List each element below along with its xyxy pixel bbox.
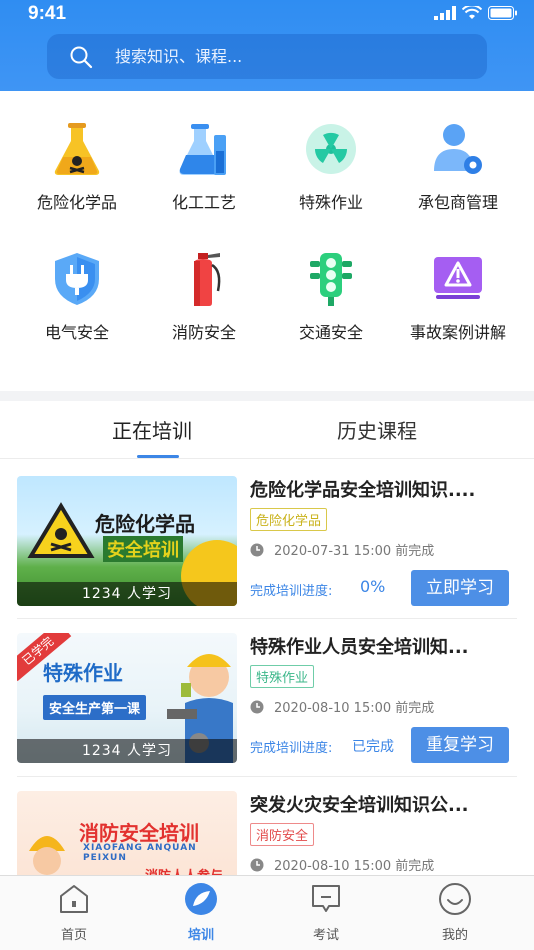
category-label: 事故案例讲解 — [409, 323, 506, 342]
thumb-subtitle: 安全培训 — [103, 536, 183, 562]
learner-count: 1234 人学习 — [17, 582, 237, 606]
thumb-subtitle: 安全生产第一课 — [43, 695, 147, 720]
category-chemical-process[interactable]: 化工工艺 — [139, 121, 269, 241]
category-label: 危险化学品 — [36, 193, 117, 212]
progress-label: 完成培训进度: — [250, 741, 333, 756]
nav-item-profile[interactable]: 我的 — [415, 882, 495, 943]
tab-history-courses[interactable]: 历史课程 — [337, 415, 417, 444]
deadline-text: 2020-07-31 15:00 前完成 — [274, 544, 435, 559]
bottom-nav: 首页 培训 考试 我的 — [0, 875, 534, 950]
category-label: 承包商管理 — [417, 193, 498, 212]
category-label: 特殊作业 — [298, 193, 363, 212]
category-accident-cases[interactable]: 事故案例讲解 — [393, 251, 523, 371]
nav-label: 培训 — [187, 928, 214, 943]
thumb-pinyin: XIAOFANG ANQUAN PEIXUN — [83, 843, 197, 863]
status-bar: 9:41 — [0, 0, 534, 28]
hazard-flask-icon — [54, 123, 100, 175]
search-icon — [70, 46, 93, 68]
plug-shield-icon — [55, 253, 99, 305]
progress-value: 已完成 — [352, 739, 394, 755]
course-panel: 正在培训 历史课程 危险化学品 安全培训 1234 人学习 危险化学品安全培训知… — [0, 401, 534, 921]
course-deadline: 2020-08-10 15:00 前完成 — [250, 855, 434, 874]
learner-count: 1234 人学习 — [17, 739, 237, 763]
nav-item-exam[interactable]: 考试 — [286, 882, 366, 943]
thumb-title: 消防安全培训 — [79, 821, 199, 845]
category-traffic-safety[interactable]: 交通安全 — [266, 251, 396, 371]
category-contractor-management[interactable]: 承包商管理 — [393, 121, 523, 241]
nav-label: 我的 — [441, 928, 468, 943]
home-icon — [60, 885, 88, 913]
course-tag: 消防安全 — [250, 823, 315, 846]
course-thumbnail[interactable]: 已学完 特殊作业 安全生产第一课 1234 人学习 — [17, 633, 237, 763]
thumb-title: 特殊作业 — [43, 661, 123, 685]
clock-icon — [250, 700, 264, 713]
status-time: 9:41 — [28, 3, 67, 24]
battery-icon — [488, 6, 517, 20]
course-tabs: 正在培训 历史课程 — [0, 401, 534, 459]
category-label: 交通安全 — [298, 323, 363, 342]
course-card[interactable]: 已学完 特殊作业 安全生产第一课 1234 人学习 特殊作业人员安全培训知...… — [0, 617, 534, 775]
course-tag: 危险化学品 — [250, 508, 328, 531]
repeat-learning-button[interactable]: 重复学习 — [411, 727, 509, 763]
progress-label: 完成培训进度: — [250, 584, 333, 599]
nav-item-home[interactable]: 首页 — [34, 882, 114, 943]
radiation-icon — [306, 124, 356, 174]
category-label: 电气安全 — [44, 323, 109, 342]
course-tag: 特殊作业 — [250, 665, 315, 688]
category-grid: 危险化学品 化工工艺 特殊作业 承包商管理 电气安全 消防安全 交通安全 事故案… — [0, 91, 534, 391]
wifi-icon — [462, 6, 482, 19]
exam-icon — [312, 885, 340, 912]
search-bar[interactable] — [47, 34, 487, 79]
training-icon — [185, 883, 217, 915]
deadline-text: 2020-08-10 15:00 前完成 — [274, 701, 435, 716]
progress-value: 0% — [360, 577, 386, 596]
app-header: 9:41 — [0, 0, 534, 91]
clock-icon — [250, 858, 264, 871]
thumb-title: 危险化学品 — [95, 512, 195, 536]
status-icons — [434, 6, 518, 20]
clock-icon — [250, 543, 264, 556]
nav-item-training[interactable]: 培训 — [161, 882, 241, 943]
course-deadline: 2020-07-31 15:00 前完成 — [250, 540, 434, 559]
course-title[interactable]: 突发火灾安全培训知识公... — [250, 791, 520, 817]
category-hazardous-chemicals[interactable]: 危险化学品 — [12, 121, 142, 241]
course-deadline: 2020-08-10 15:00 前完成 — [250, 697, 434, 716]
fire-extinguisher-icon — [194, 253, 221, 306]
start-learning-button[interactable]: 立即学习 — [411, 570, 509, 606]
course-card[interactable]: 危险化学品 安全培训 1234 人学习 危险化学品安全培训知识.... 危险化学… — [0, 460, 534, 618]
warning-monitor-icon — [434, 257, 482, 299]
signal-icon — [434, 6, 456, 20]
course-title[interactable]: 特殊作业人员安全培训知... — [250, 633, 520, 659]
category-fire-safety[interactable]: 消防安全 — [139, 251, 269, 371]
category-electrical-safety[interactable]: 电气安全 — [12, 251, 142, 371]
profile-icon — [439, 883, 471, 915]
category-label: 化工工艺 — [171, 193, 236, 212]
category-special-operations[interactable]: 特殊作业 — [266, 121, 396, 241]
user-gear-icon — [434, 124, 482, 174]
course-title[interactable]: 危险化学品安全培训知识.... — [250, 476, 520, 502]
nav-label: 考试 — [312, 928, 339, 943]
tab-indicator — [137, 455, 179, 458]
traffic-light-icon — [310, 253, 352, 306]
category-label: 消防安全 — [171, 323, 236, 342]
course-thumbnail[interactable]: 危险化学品 安全培训 1234 人学习 — [17, 476, 237, 606]
deadline-text: 2020-08-10 15:00 前完成 — [274, 859, 435, 874]
search-input[interactable] — [115, 47, 445, 66]
nav-label: 首页 — [60, 928, 87, 943]
tab-in-training[interactable]: 正在培训 — [112, 415, 192, 444]
lab-flask-icon — [179, 124, 226, 175]
